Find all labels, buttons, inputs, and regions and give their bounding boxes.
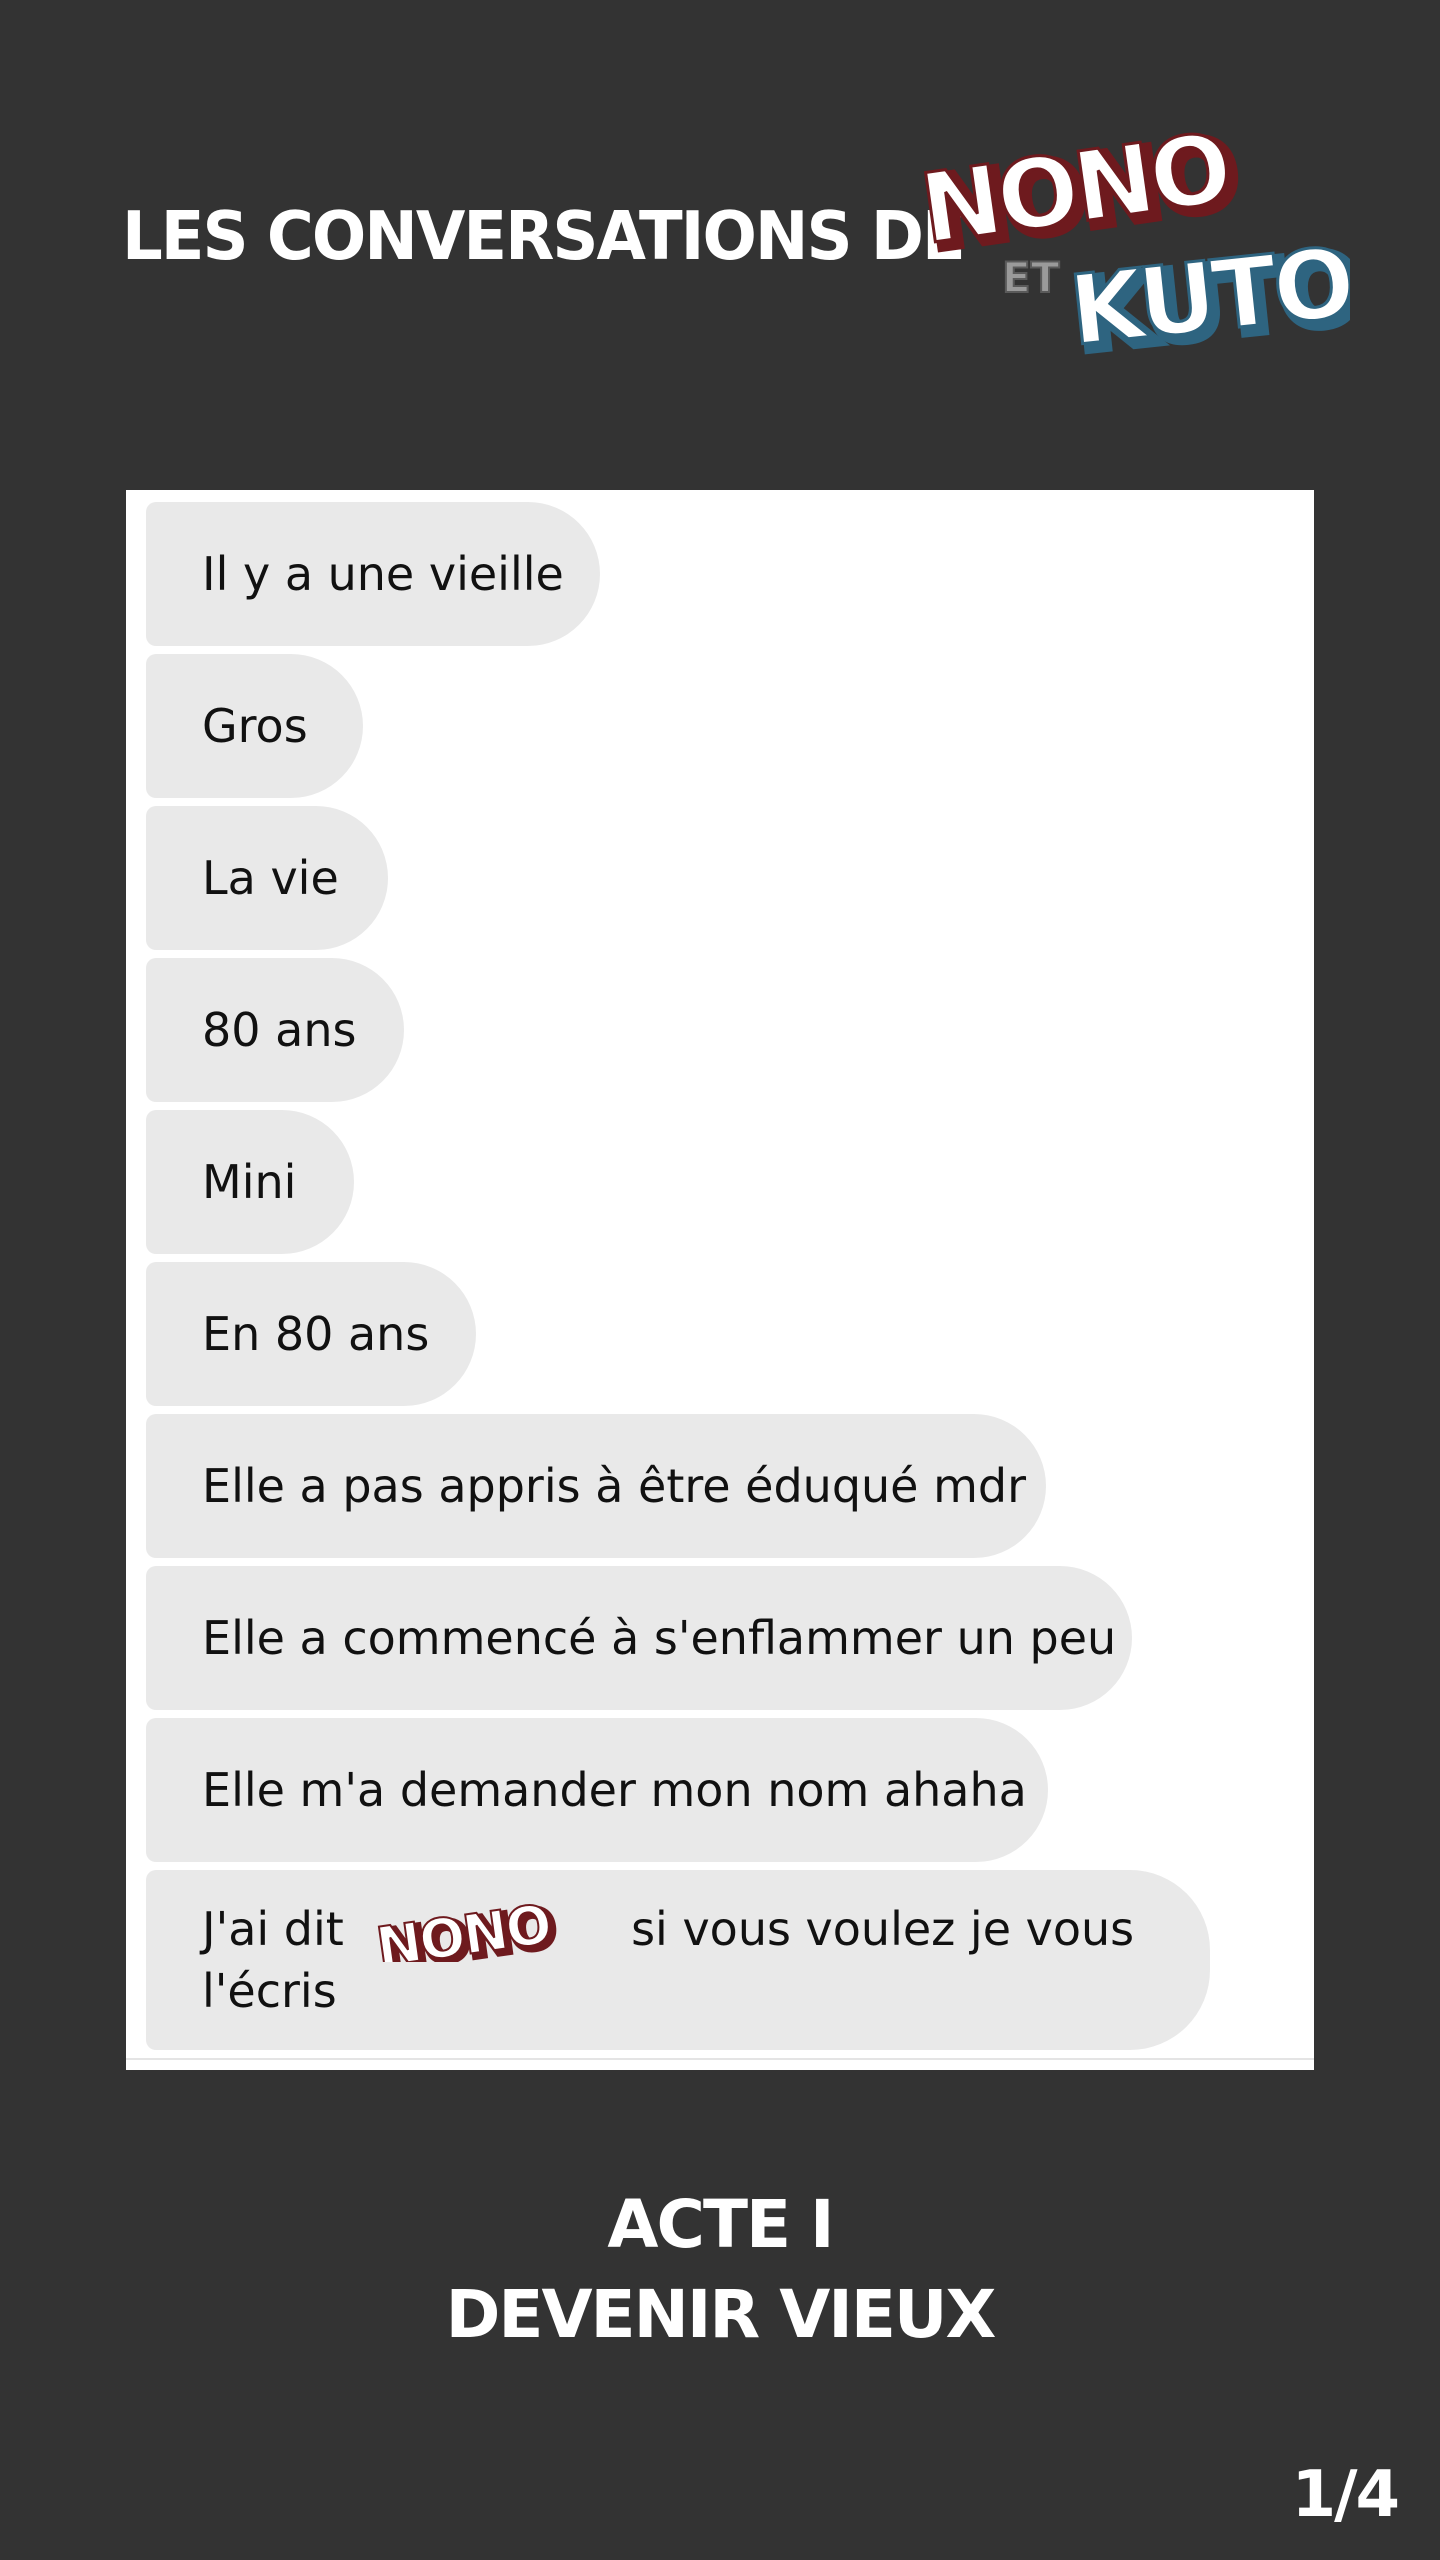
message-text: Elle m'a demander mon nom ahaha	[202, 1763, 1027, 1817]
message-text: En 80 ans	[202, 1307, 430, 1361]
nono-et-kuto-logo: NONO NONO ET KUTO KUTO	[913, 120, 1350, 360]
logo-et: ET	[1002, 253, 1060, 302]
message-bubble: Gros	[146, 654, 363, 798]
message-bubble: Elle m'a demander mon nom ahaha	[146, 1718, 1048, 1862]
chat-screenshot: Il y a une vieille Gros La vie 80 ans Mi…	[126, 490, 1314, 2070]
act-number: ACTE I	[607, 2186, 834, 2263]
message-text-part1: J'ai dit	[202, 1902, 344, 1956]
message-bubble: Elle a pas appris à être éduqué mdr	[146, 1414, 1046, 1558]
message-bubble: La vie	[146, 806, 388, 950]
act-title: DEVENIR VIEUX	[445, 2276, 997, 2353]
message-bubble: Il y a une vieille	[146, 502, 600, 646]
page-title: LES CONVERSATIONS DE	[122, 198, 966, 276]
message-text: Mini	[202, 1155, 297, 1209]
message-bubble: J'ai dit NONO NONO si vous voulez je vou…	[146, 1870, 1210, 2050]
message-text: La vie	[202, 851, 339, 905]
message-text: Elle a commencé à s'enflammer un peu	[202, 1611, 1117, 1665]
message-bubble: En 80 ans	[146, 1262, 476, 1406]
message-bubble: Elle a commencé à s'enflammer un peu	[146, 1566, 1132, 1710]
nono-inline-logo: NONO NONO	[372, 1904, 562, 1962]
message-text: Gros	[202, 699, 308, 753]
divider	[126, 2058, 1314, 2060]
message-bubble: Mini	[146, 1110, 354, 1254]
message-bubble: 80 ans	[146, 958, 404, 1102]
message-text: 80 ans	[202, 1003, 357, 1057]
message-text: Elle a pas appris à être éduqué mdr	[202, 1459, 1027, 1513]
message-text: Il y a une vieille	[202, 547, 564, 601]
inline-logo-text: NONO	[373, 1904, 554, 1962]
page-indicator: 1/4	[1291, 2458, 1400, 2532]
